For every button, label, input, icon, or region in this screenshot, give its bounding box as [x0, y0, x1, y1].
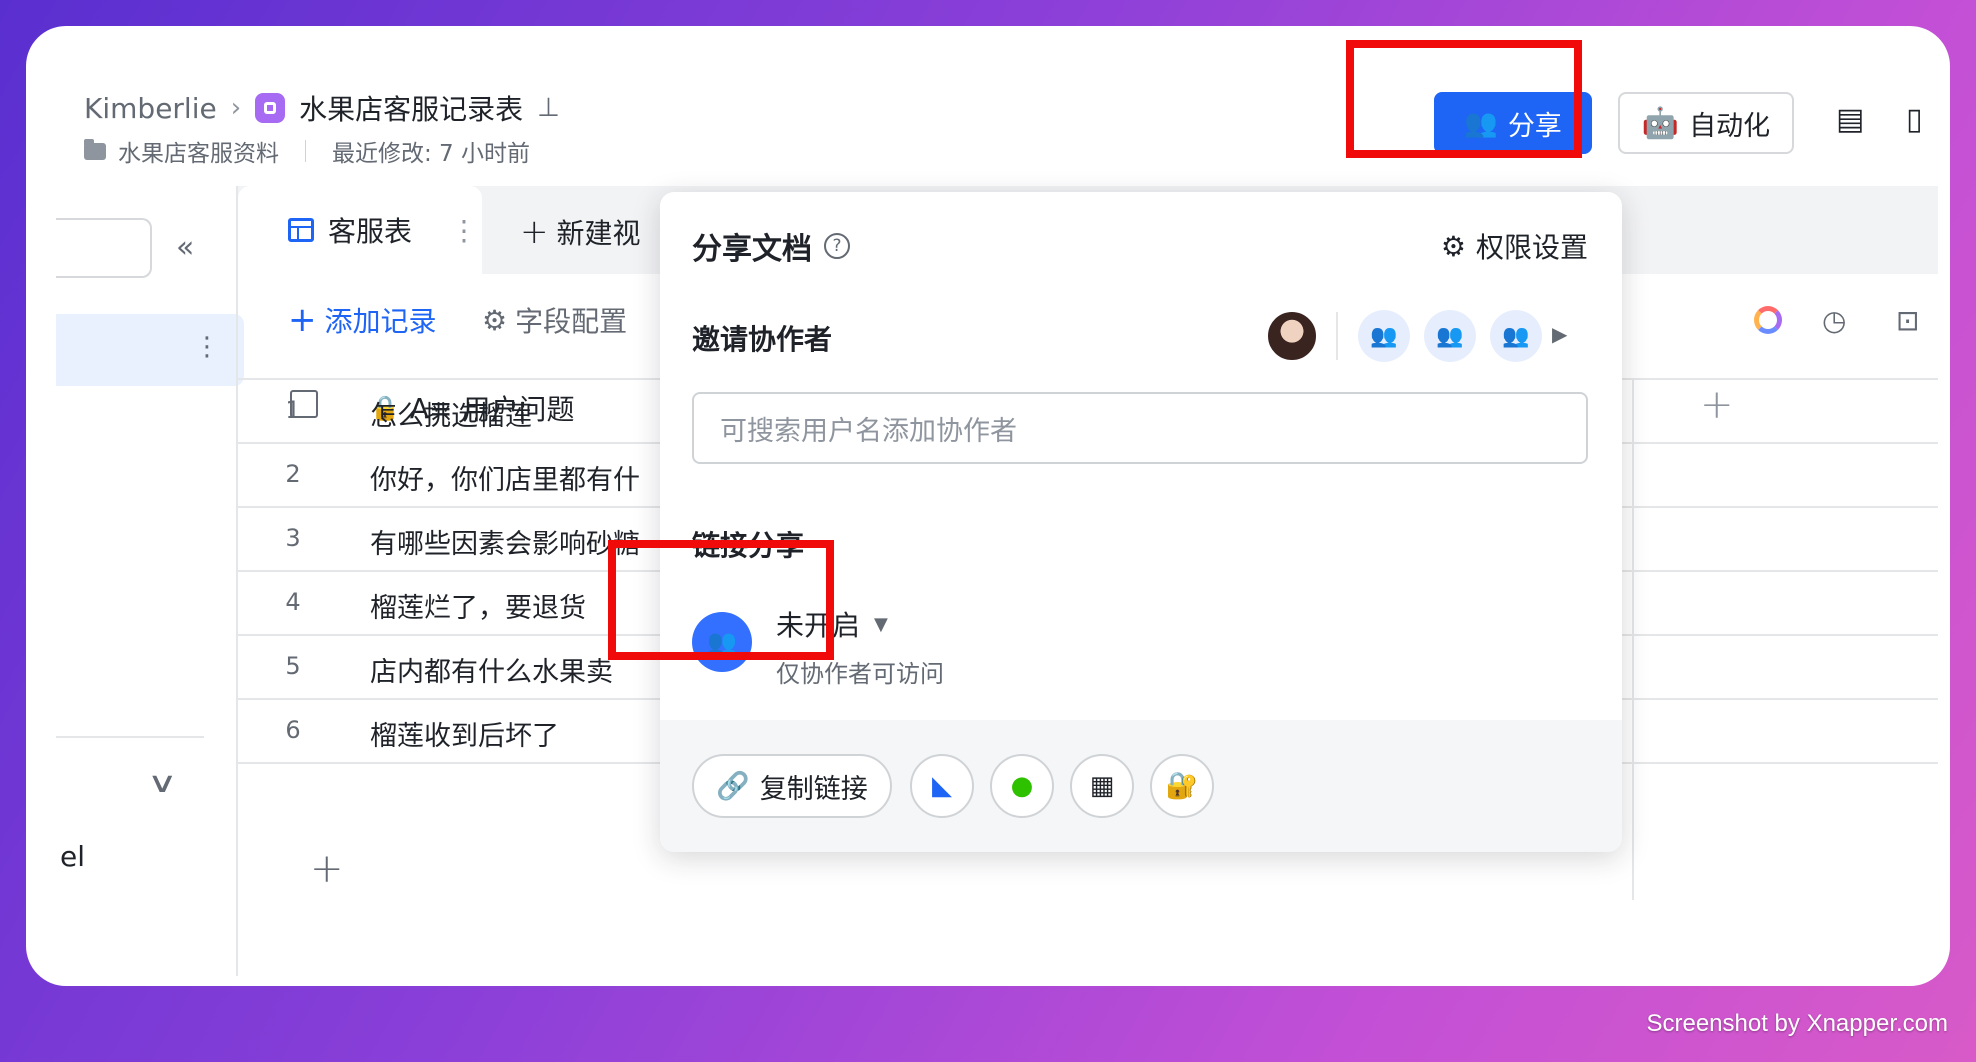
base-icon — [255, 93, 286, 123]
field-config-label: 字段配置 — [515, 305, 628, 338]
copy-link-button[interactable]: 🔗 复制链接 — [692, 754, 892, 818]
gear-icon: ⚙ — [1440, 229, 1466, 263]
plus-icon: + — [288, 300, 317, 340]
invite-title: 邀请协作者 — [692, 323, 833, 356]
app-window: Kimberlie › 水果店客服记录表 ⊥ 水果店客服资料 最近修改: 7 小… — [26, 26, 1950, 986]
folder-name[interactable]: 水果店客服资料 — [118, 134, 279, 168]
row-number: 6 — [285, 716, 301, 744]
sidebar-truncated-label[interactable]: el — [60, 840, 85, 873]
automation-label: 自动化 — [1689, 110, 1771, 142]
lark-share-icon[interactable]: ◣ — [910, 754, 974, 818]
gear-icon: ⚙ — [482, 303, 508, 337]
watermark: Screenshot by Xnapper.com — [1646, 1010, 1948, 1037]
row-number: 1 — [285, 396, 301, 424]
history-icon[interactable]: ◷ — [1822, 304, 1846, 337]
breadcrumb: Kimberlie › 水果店客服记录表 ⊥ — [84, 88, 560, 128]
cell-user-question[interactable]: 店内都有什么水果卖 — [370, 650, 613, 689]
more-icon[interactable]: ⋮ — [194, 332, 220, 362]
permission-label: 权限设置 — [1475, 231, 1588, 264]
export-icon[interactable]: ⊡ — [1896, 304, 1919, 337]
highlight-box-copy-link — [608, 540, 834, 660]
group-icon[interactable]: 👥 — [1424, 310, 1476, 362]
divider — [1336, 312, 1338, 360]
caret-down-icon: ▼ — [874, 613, 888, 635]
collaborator-search-input[interactable]: 可搜索用户名添加协作者 — [692, 392, 1588, 464]
divider — [305, 140, 306, 162]
tab-customer-service[interactable]: 客服表 ⋮ — [238, 186, 482, 274]
row-number: 3 — [285, 524, 301, 552]
share-title-text: 分享文档 — [692, 232, 812, 267]
caret-right-icon[interactable]: ▶ — [1552, 322, 1567, 346]
form-icon[interactable]: ▤ — [1836, 102, 1864, 137]
permission-settings-button[interactable]: ⚙ 权限设置 — [1441, 226, 1588, 266]
row-number: 5 — [285, 652, 301, 680]
tab-label: 客服表 — [328, 215, 413, 248]
cell-user-question[interactable]: 有哪些因素会影响砂糖 — [370, 522, 640, 561]
doc-title[interactable]: 水果店客服记录表 — [299, 88, 523, 128]
add-row-button[interactable]: + — [310, 846, 344, 892]
doc-meta: 水果店客服资料 最近修改: 7 小时前 — [84, 134, 530, 168]
sidebar-item-selected[interactable]: ⋮ — [56, 314, 244, 386]
wechat-icon[interactable]: ● — [990, 754, 1054, 818]
field-config-button[interactable]: ⚙ 字段配置 — [482, 300, 627, 340]
new-view-button[interactable]: + 新建视 — [520, 212, 641, 252]
highlight-box-share — [1346, 40, 1582, 158]
folder-icon — [84, 138, 106, 160]
group-icon[interactable]: 👥 — [1358, 310, 1410, 362]
chevron-down-icon[interactable]: ∨ — [147, 766, 178, 799]
automation-button[interactable]: 🤖 自动化 — [1618, 92, 1794, 154]
chevron-right-icon: › — [230, 93, 242, 123]
ai-assistant-icon[interactable] — [1754, 306, 1782, 334]
plus-icon: + — [520, 212, 549, 252]
copy-link-label: 复制链接 — [759, 773, 868, 805]
cell-user-question[interactable]: 榴莲烂了，要退货 — [370, 586, 586, 625]
avatar[interactable] — [1266, 310, 1318, 362]
share-popover-title: 分享文档 ? — [692, 224, 850, 268]
cell-user-question[interactable]: 怎么挑选榴莲 — [370, 394, 532, 433]
last-modified: 最近修改: 7 小时前 — [332, 141, 531, 167]
add-record-button[interactable]: + 添加记录 — [288, 300, 437, 340]
grid-view-icon — [288, 218, 314, 242]
group-icon[interactable]: 👥 — [1490, 310, 1542, 362]
link-icon: 🔗 — [716, 771, 750, 802]
help-icon[interactable]: ? — [824, 233, 850, 259]
cell-user-question[interactable]: 榴莲收到后坏了 — [370, 714, 559, 753]
panel-icon[interactable]: ▯ — [1906, 102, 1923, 137]
link-lock-icon[interactable]: 🔐 — [1150, 754, 1214, 818]
robot-icon: 🤖 — [1641, 105, 1680, 141]
share-popover: 分享文档 ? ⚙ 权限设置 邀请协作者 👥 👥 👥 ▶ 可搜索用户名添加协作者 … — [660, 192, 1622, 852]
divider — [56, 736, 204, 738]
more-icon[interactable]: ⋮ — [450, 214, 478, 247]
sidebar-search-input[interactable] — [56, 218, 152, 278]
pin-icon[interactable]: ⊥ — [537, 93, 560, 123]
breadcrumb-user[interactable]: Kimberlie — [84, 92, 217, 125]
cell-user-question[interactable]: 你好，你们店里都有什 — [370, 458, 640, 497]
qr-code-icon[interactable]: ▦ — [1070, 754, 1134, 818]
row-number: 4 — [285, 588, 301, 616]
row-number: 2 — [285, 460, 301, 488]
new-view-label: 新建视 — [556, 217, 641, 250]
collapse-sidebar-icon[interactable]: « — [176, 230, 194, 265]
add-record-label: 添加记录 — [324, 305, 437, 338]
